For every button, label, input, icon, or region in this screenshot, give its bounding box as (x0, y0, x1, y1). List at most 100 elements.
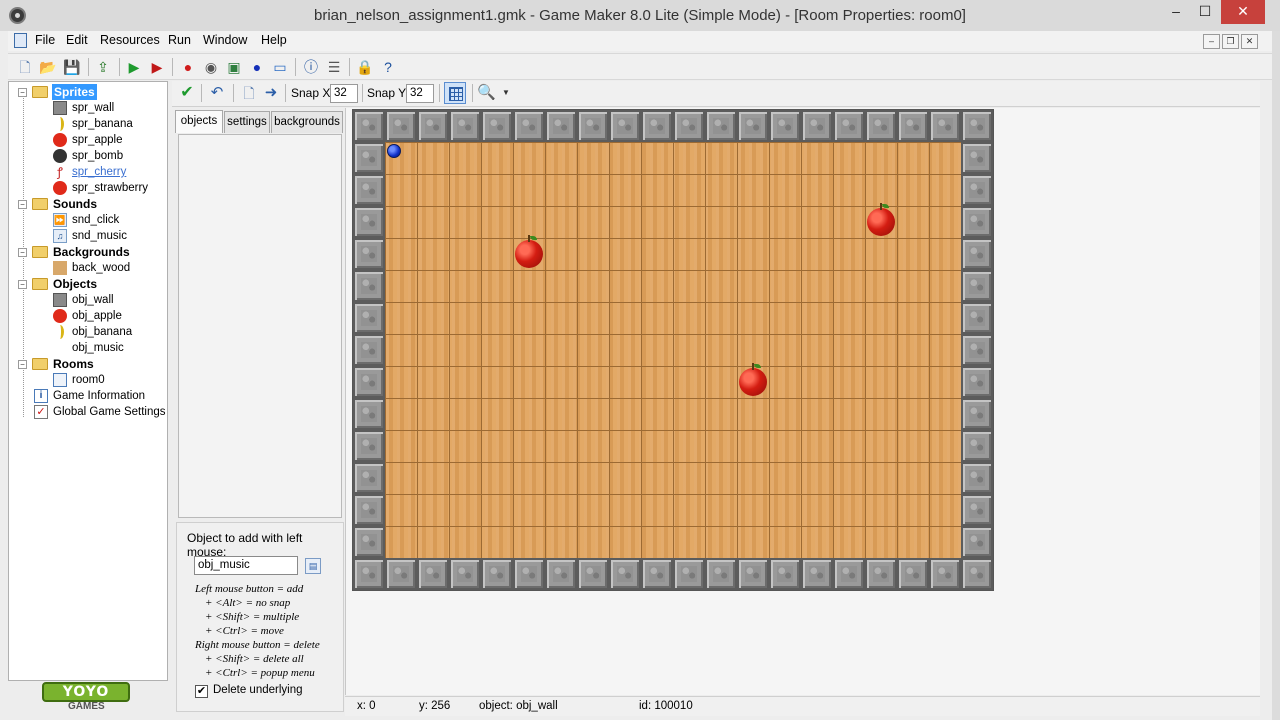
tab-objects[interactable]: objects (175, 110, 223, 133)
wall-instance[interactable] (961, 334, 993, 366)
wall-instance[interactable] (353, 110, 385, 142)
undo-icon[interactable]: ↶ (208, 84, 226, 102)
wall-instance[interactable] (385, 110, 417, 142)
wall-instance[interactable] (641, 110, 673, 142)
wall-instance[interactable] (481, 110, 513, 142)
wall-instance[interactable] (961, 494, 993, 526)
wall-instance[interactable] (545, 110, 577, 142)
tree-item-back-wood[interactable]: back_wood (9, 260, 167, 276)
collapse-icon[interactable]: − (18, 88, 27, 97)
apple-instance[interactable] (867, 203, 895, 236)
wall-instance[interactable] (481, 558, 513, 590)
wall-instance[interactable] (961, 398, 993, 430)
new-file-icon[interactable]: 🗋 (16, 58, 34, 76)
wall-instance[interactable] (673, 558, 705, 590)
apple-instance[interactable] (515, 235, 543, 268)
wall-instance[interactable] (961, 558, 993, 590)
shift-instances-icon[interactable]: ➜ (262, 84, 280, 102)
wall-instance[interactable] (961, 110, 993, 142)
wall-instance[interactable] (705, 110, 737, 142)
mdi-restore-button[interactable]: ❐ (1222, 34, 1239, 49)
wall-instance[interactable] (353, 430, 385, 462)
wall-instance[interactable] (417, 558, 449, 590)
document-icon[interactable] (14, 33, 27, 48)
snap-y-input[interactable]: 32 (406, 84, 434, 103)
snap-x-input[interactable]: 32 (330, 84, 358, 103)
tree-item-spr-banana[interactable]: spr_banana (9, 116, 167, 132)
wall-instance[interactable] (353, 270, 385, 302)
create-sound-icon[interactable]: ◉ (202, 58, 220, 76)
tree-item-spr-apple[interactable]: spr_apple (9, 132, 167, 148)
create-background-icon[interactable]: ▣ (225, 58, 243, 76)
wall-instance[interactable] (577, 558, 609, 590)
tree-group-backgrounds[interactable]: − Backgrounds (9, 244, 167, 260)
menu-edit[interactable]: Edit (66, 33, 88, 47)
create-sprite-icon[interactable]: ● (179, 58, 197, 76)
zoom-magnifier-icon[interactable]: 🔍 (477, 84, 496, 102)
wall-instance[interactable] (353, 238, 385, 270)
wall-instance[interactable] (961, 526, 993, 558)
wall-instance[interactable] (769, 110, 801, 142)
wall-instance[interactable] (353, 302, 385, 334)
wall-instance[interactable] (801, 558, 833, 590)
tree-group-sprites[interactable]: − Sprites (9, 84, 167, 100)
delete-underlying-checkbox[interactable]: ✔ (195, 685, 208, 698)
create-object-icon[interactable]: ● (248, 58, 266, 76)
wall-instance[interactable] (609, 558, 641, 590)
tree-group-rooms[interactable]: − Rooms (9, 356, 167, 372)
help-icon[interactable]: ? (379, 58, 397, 76)
tree-item-global-game-settings[interactable]: ✓ Global Game Settings (9, 404, 167, 420)
wall-instance[interactable] (897, 558, 929, 590)
wall-instance[interactable] (897, 110, 929, 142)
wall-instance[interactable] (801, 110, 833, 142)
wall-instance[interactable] (449, 558, 481, 590)
wall-instance[interactable] (385, 558, 417, 590)
clear-room-icon[interactable]: 🗋 (240, 84, 258, 102)
wall-instance[interactable] (833, 110, 865, 142)
wall-instance[interactable] (961, 206, 993, 238)
wall-instance[interactable] (961, 238, 993, 270)
wall-instance[interactable] (609, 110, 641, 142)
menu-window[interactable]: Window (203, 33, 247, 47)
wall-instance[interactable] (353, 494, 385, 526)
tree-item-spr-bomb[interactable]: spr_bomb (9, 148, 167, 164)
wall-instance[interactable] (353, 398, 385, 430)
tree-item-game-information[interactable]: i Game Information (9, 388, 167, 404)
wall-instance[interactable] (961, 462, 993, 494)
wall-instance[interactable] (577, 110, 609, 142)
wall-instance[interactable] (833, 558, 865, 590)
wall-instance[interactable] (449, 110, 481, 142)
music-instance[interactable] (387, 144, 401, 158)
wall-instance[interactable] (961, 366, 993, 398)
collapse-icon[interactable]: − (18, 280, 27, 289)
advanced-mode-icon[interactable]: 🔒 (356, 58, 374, 76)
wall-instance[interactable] (865, 110, 897, 142)
menu-file[interactable]: File (35, 33, 55, 47)
global-settings-icon[interactable]: ☰ (325, 58, 343, 76)
wall-instance[interactable] (353, 526, 385, 558)
create-room-icon[interactable]: ▭ (271, 58, 289, 76)
menu-resources[interactable]: Resources (100, 33, 160, 47)
wall-instance[interactable] (353, 366, 385, 398)
wall-instance[interactable] (353, 334, 385, 366)
wall-instance[interactable] (353, 142, 385, 174)
wall-instance[interactable] (641, 558, 673, 590)
mdi-close-button[interactable]: ✕ (1241, 34, 1258, 49)
create-executable-icon[interactable]: ⇪ (94, 58, 112, 76)
mdi-minimize-button[interactable]: – (1203, 34, 1220, 49)
wall-instance[interactable] (353, 558, 385, 590)
wall-instance[interactable] (417, 110, 449, 142)
save-icon[interactable]: 💾 (63, 58, 81, 76)
tab-settings[interactable]: settings (224, 111, 270, 133)
object-select-field[interactable]: obj_music (194, 556, 298, 575)
tree-item-snd-music[interactable]: ♫ snd_music (9, 228, 167, 244)
collapse-icon[interactable]: − (18, 200, 27, 209)
menu-help[interactable]: Help (261, 33, 287, 47)
wall-instance[interactable] (929, 558, 961, 590)
tree-group-sounds[interactable]: − Sounds (9, 196, 167, 212)
room-canvas[interactable] (352, 109, 994, 591)
tree-item-spr-wall[interactable]: spr_wall (9, 100, 167, 116)
ok-check-icon[interactable]: ✔ (178, 84, 196, 102)
wall-instance[interactable] (961, 430, 993, 462)
wall-instance[interactable] (961, 302, 993, 334)
